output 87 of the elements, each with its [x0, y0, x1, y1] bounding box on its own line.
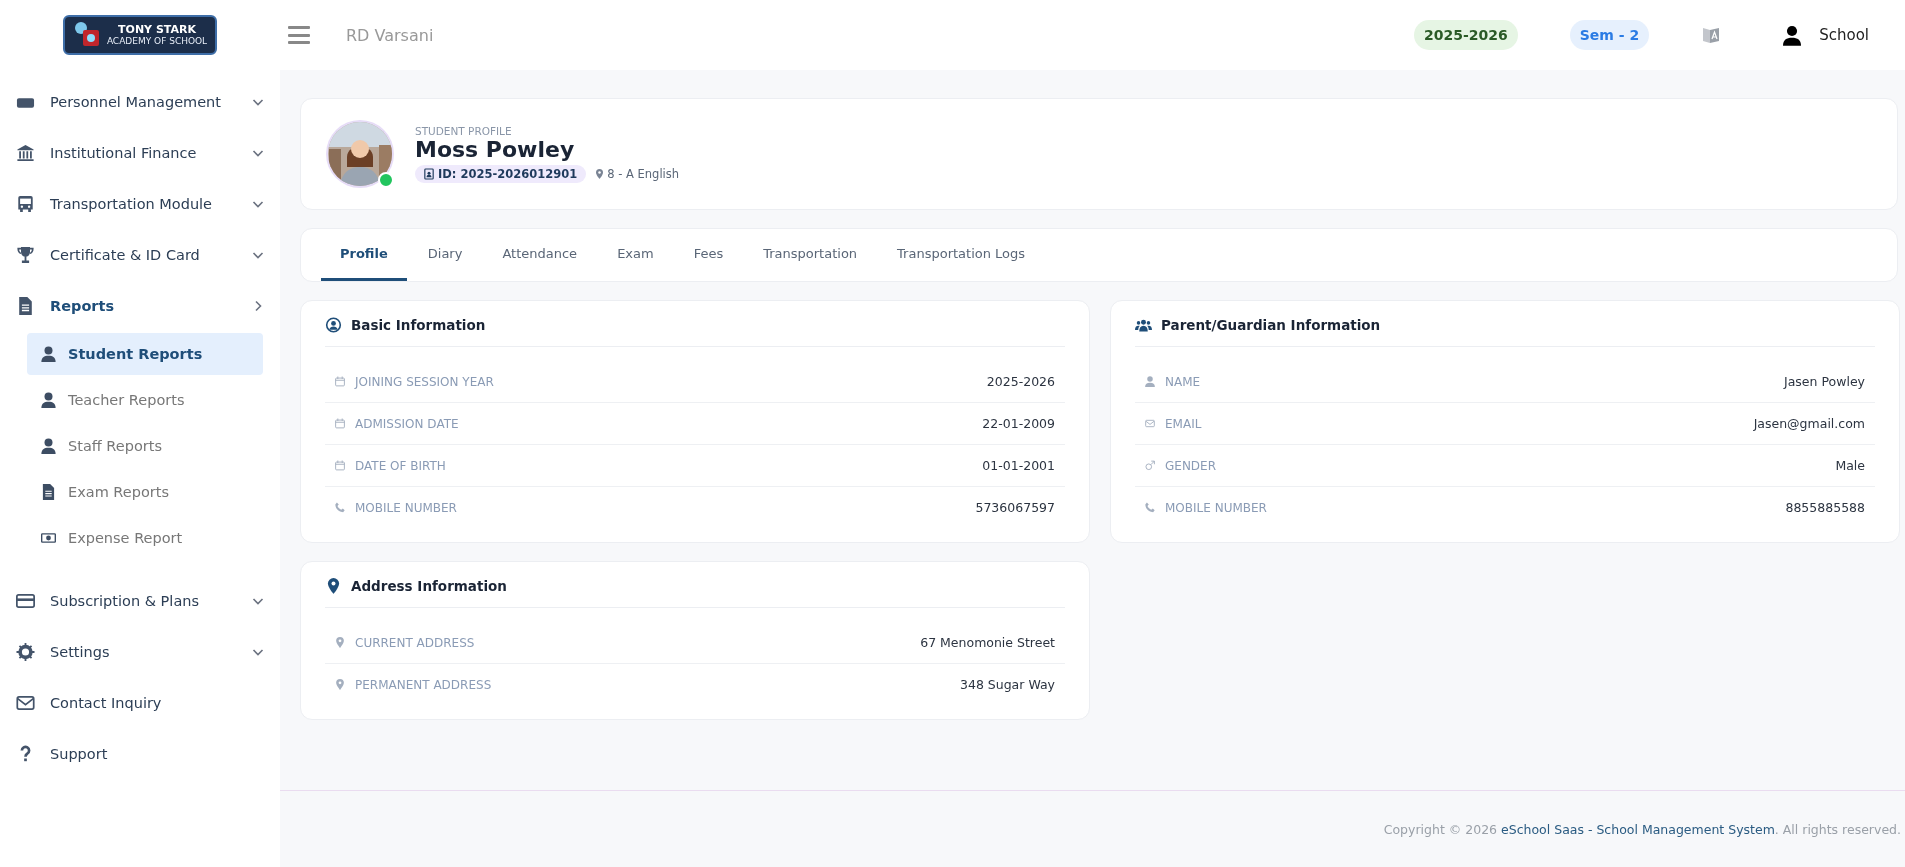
banknote-icon	[41, 530, 56, 546]
calendar-icon	[335, 460, 345, 471]
bus-icon	[16, 194, 35, 213]
field-label: ADMISSION DATE	[355, 416, 460, 431]
id-card-icon	[424, 168, 434, 180]
field-label: PERMANENT ADDRESS	[355, 677, 493, 692]
sidebar-item[interactable]: Contact Inquiry	[0, 677, 280, 728]
calendar-icon	[335, 376, 345, 387]
calendar-icon	[335, 418, 345, 429]
sidebar-subitem[interactable]: Student Reports	[27, 333, 263, 375]
field-value: 5736067597	[975, 500, 1055, 515]
field-value: 67 Menomonie Street	[920, 635, 1055, 650]
field-label: NAME	[1165, 374, 1202, 389]
tab[interactable]: Attendance	[483, 229, 597, 281]
profile-caption: STUDENT PROFILE	[415, 125, 513, 137]
sidebar-subitem[interactable]: Exam Reports	[27, 471, 263, 513]
field-label: DATE OF BIRTH	[355, 458, 447, 473]
menu-button[interactable]	[288, 26, 310, 44]
pin-icon	[335, 637, 345, 648]
pin-icon	[335, 679, 345, 690]
field-label: GENDER	[1165, 458, 1218, 473]
trophy-icon	[16, 245, 35, 264]
field-value: 348 Sugar Way	[960, 677, 1055, 692]
tab[interactable]: Transportation	[744, 229, 877, 281]
translate-icon[interactable]	[1701, 25, 1722, 45]
session-year-badge[interactable]: 2025-2026	[1413, 20, 1518, 50]
sidebar-item[interactable]: Settings	[0, 626, 280, 677]
field-value: 01-01-2001	[982, 458, 1055, 473]
tab[interactable]: Fees	[674, 229, 743, 281]
users-icon	[1135, 317, 1152, 333]
document-icon	[16, 296, 35, 315]
semester-badge[interactable]: Sem - 2	[1569, 20, 1650, 50]
field-label: JOINING SESSION YEAR	[355, 374, 495, 389]
field-label: EMAIL	[1165, 416, 1203, 431]
user-circle-icon	[325, 317, 342, 333]
phone-icon	[335, 502, 345, 513]
sidebar-item[interactable]: Institutional Finance	[0, 127, 280, 178]
user-name: RD Varsani	[346, 25, 434, 45]
tab[interactable]: Diary	[408, 229, 482, 281]
sidebar-item[interactable]: Subscription & Plans	[0, 575, 280, 626]
logo-subtitle: ACADEMY OF SCHOOL	[106, 35, 208, 47]
sidebar-item[interactable]: Certificate & ID Card	[0, 229, 280, 280]
tab[interactable]: Exam	[598, 229, 673, 281]
field-value: Jasen Powley	[1784, 374, 1865, 389]
card-title: Basic Information	[351, 317, 486, 333]
student-name: Moss Powley	[415, 137, 576, 162]
sidebar-item[interactable]: Support	[0, 728, 280, 779]
male-icon	[1145, 460, 1155, 471]
sidebar-item[interactable]: Transportation Module	[0, 178, 280, 229]
tab[interactable]: Transportation Logs	[878, 229, 1045, 281]
pin-icon	[596, 169, 604, 179]
sidebar-subitem[interactable]: Expense Report	[27, 517, 263, 559]
field-value: 22-01-2009	[982, 416, 1055, 431]
mail-icon	[16, 693, 35, 712]
sidebar-subitem[interactable]: Staff Reports	[27, 425, 263, 467]
card-title: Address Information	[351, 578, 507, 594]
mail-icon	[1145, 418, 1155, 429]
sidebar-item[interactable]: Personnel Management	[0, 76, 280, 127]
product-link[interactable]: eSchool Saas - School Management System	[1501, 821, 1775, 837]
tab[interactable]: Profile	[321, 229, 407, 281]
field-value: 2025-2026	[986, 374, 1055, 389]
user-icon	[41, 346, 56, 362]
settings-icon	[16, 642, 35, 661]
bank-icon	[16, 143, 35, 162]
user-icon	[1145, 376, 1155, 387]
field-value: Jasen@gmail.com	[1753, 416, 1865, 431]
user-icon[interactable]	[1783, 24, 1802, 46]
sidebar-subitem[interactable]: Teacher Reports	[27, 379, 263, 421]
field-value: Male	[1835, 458, 1865, 473]
student-id: ID: 2025-2026012901	[438, 167, 578, 181]
class-section: 8 - A English	[607, 167, 680, 181]
field-label: MOBILE NUMBER	[1165, 500, 1268, 515]
phone-icon	[1145, 502, 1155, 513]
field-value: 8855885588	[1785, 500, 1865, 515]
logo-title: TONY STARK	[118, 23, 196, 36]
sidebar-item[interactable]: Reports	[0, 280, 280, 331]
pin-icon	[325, 578, 342, 594]
user-icon	[41, 438, 56, 454]
field-label: MOBILE NUMBER	[355, 500, 458, 515]
document-icon	[41, 484, 56, 500]
user-icon	[41, 392, 56, 408]
copyright-text: Copyright © 2026 eSchool Saas - School Management System. All rights reserved.	[1383, 821, 1901, 837]
card-title: Parent/Guardian Information	[1161, 317, 1381, 333]
school-logo[interactable]: TONY STARK ACADEMY OF SCHOOL	[62, 15, 218, 55]
field-label: CURRENT ADDRESS	[355, 635, 476, 650]
account-name[interactable]: School	[1819, 26, 1869, 44]
credit-card-icon	[16, 591, 35, 610]
